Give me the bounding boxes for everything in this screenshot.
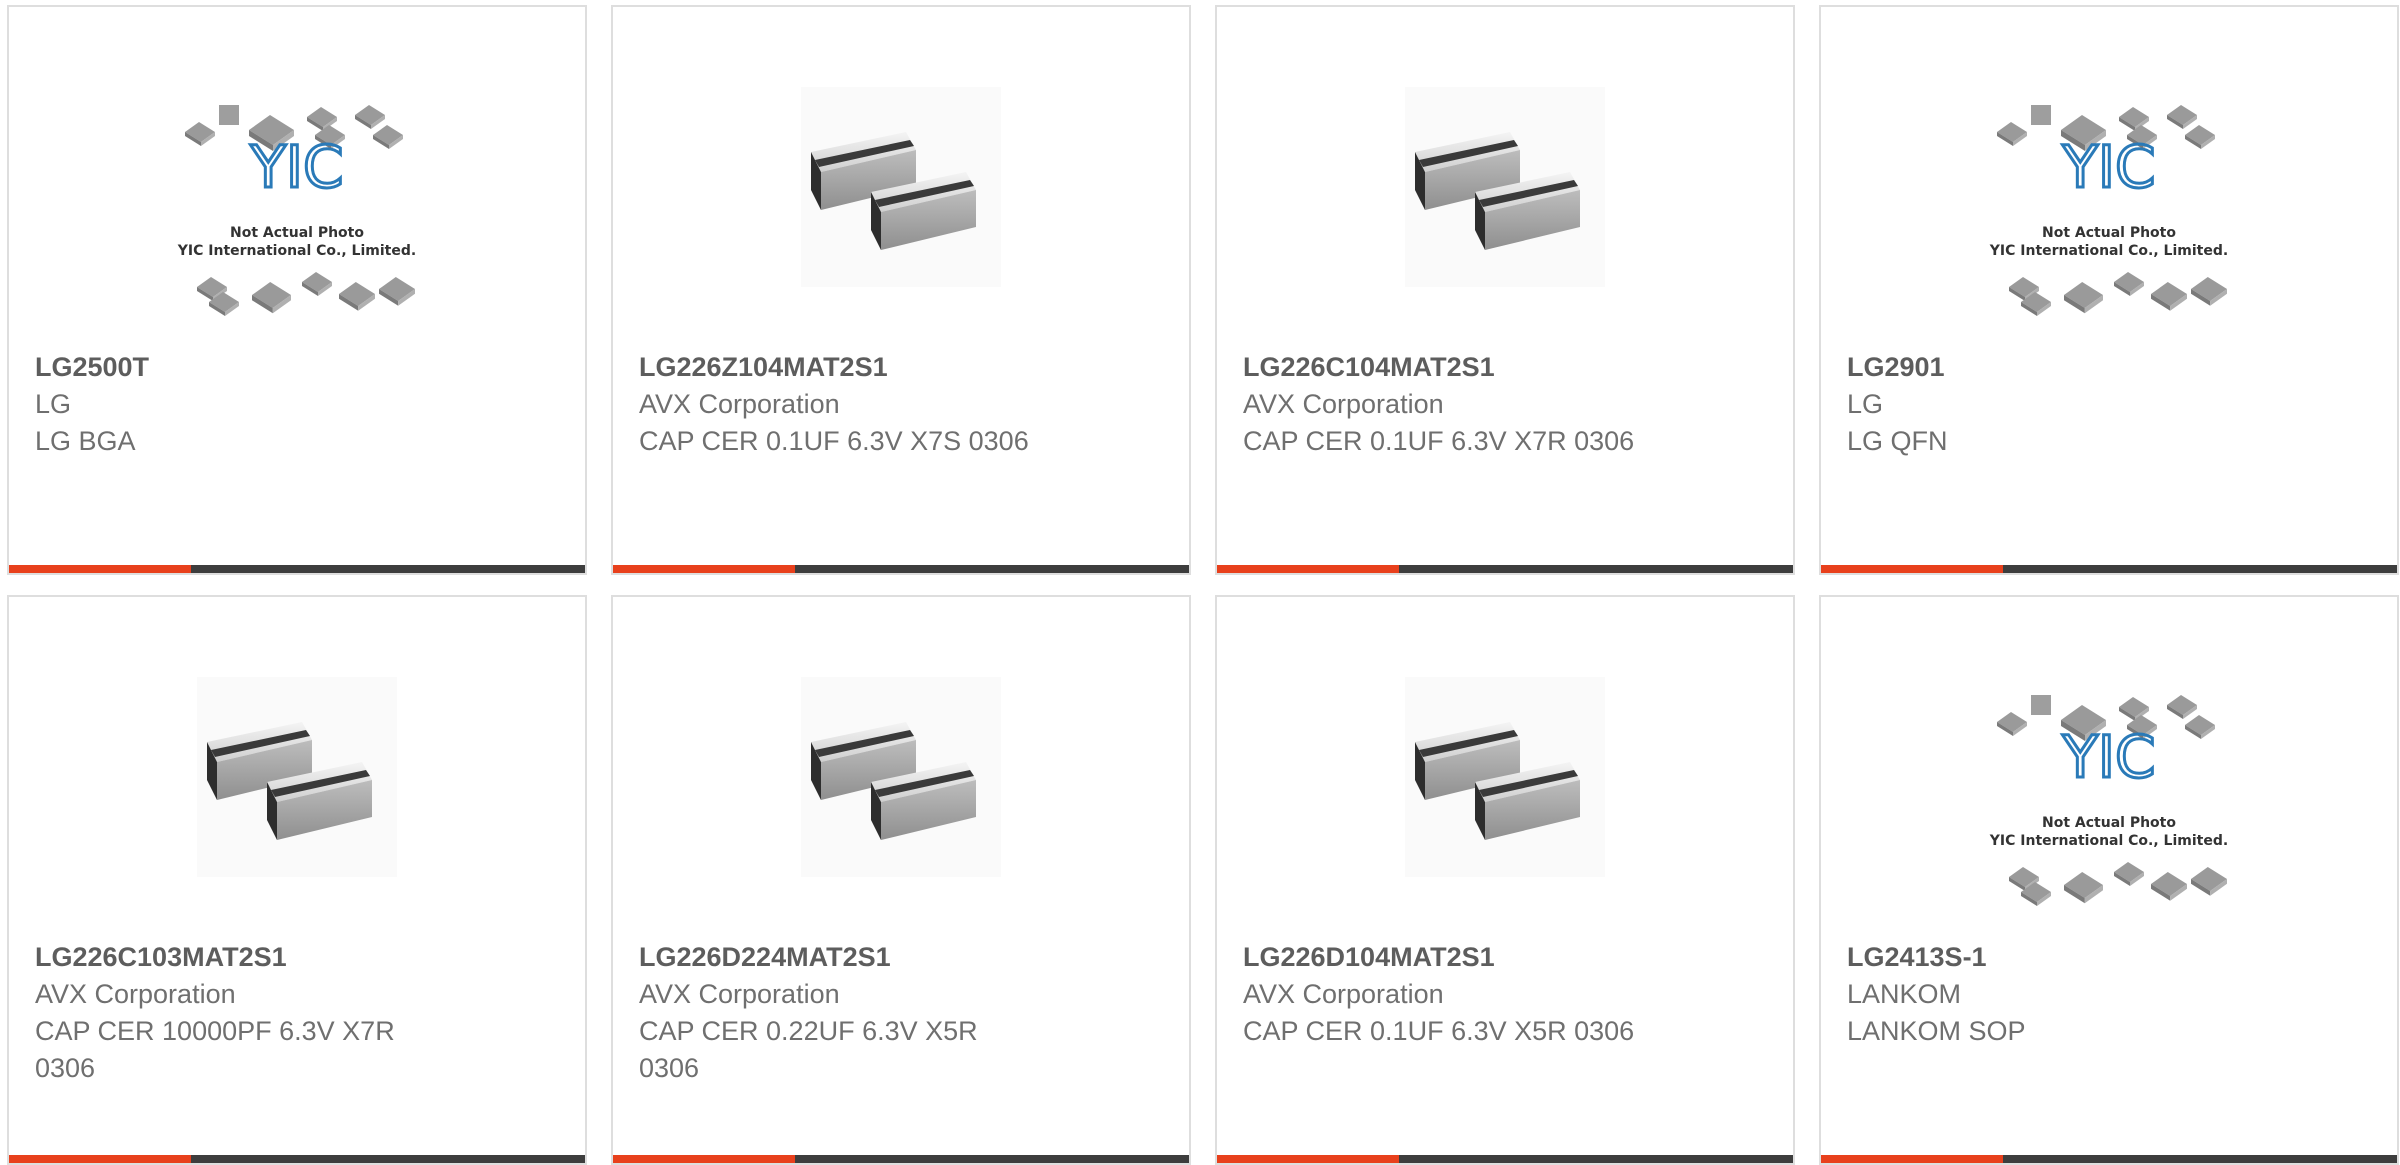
- description: CAP CER 0.1UF 6.3V X7R 0306: [1243, 426, 1635, 456]
- capacitor-image: [1365, 67, 1645, 347]
- part-number[interactable]: LG226D104MAT2S1: [1243, 939, 1767, 976]
- part-number[interactable]: LG2901: [1847, 349, 2371, 386]
- card-bottom-bar: [1217, 1155, 1793, 1163]
- card-bottom-bar: [1821, 1155, 2397, 1163]
- manufacturer: AVX Corporation: [1243, 389, 1444, 419]
- svg-text:YIC: YIC: [249, 133, 343, 201]
- capacitor-image: [157, 657, 437, 937]
- part-number[interactable]: LG226D224MAT2S1: [639, 939, 1163, 976]
- capacitor-image: [761, 67, 1041, 347]
- manufacturer: LG: [35, 389, 72, 419]
- card-bottom-bar: [9, 1155, 585, 1163]
- description: CAP CER 10000PF 6.3V X7R 0306: [35, 1016, 395, 1083]
- manufacturer: AVX Corporation: [1243, 979, 1444, 1009]
- description: LG QFN: [1847, 426, 1948, 456]
- manufacturer: AVX Corporation: [35, 979, 236, 1009]
- card-bottom-bar: [613, 1155, 1189, 1163]
- part-number[interactable]: LG226Z104MAT2S1: [639, 349, 1163, 386]
- description: LG BGA: [35, 426, 136, 456]
- product-grid: YIC Not Actual Photo YIC International C…: [0, 0, 2400, 1165]
- svg-text:YIC International Co., Limited: YIC International Co., Limited.: [1989, 243, 2228, 259]
- description: CAP CER 0.1UF 6.3V X7S 0306: [639, 426, 1029, 456]
- svg-text:Not Actual Photo: Not Actual Photo: [2042, 225, 2176, 241]
- capacitor-image: [761, 657, 1041, 937]
- part-number[interactable]: LG226C104MAT2S1: [1243, 349, 1767, 386]
- capacitor-image: [1365, 657, 1645, 937]
- manufacturer: LANKOM: [1847, 979, 1962, 1009]
- product-image-placeholder: YIC Not Actual Photo YIC International C…: [1969, 657, 2249, 937]
- manufacturer: LG: [1847, 389, 1884, 419]
- product-card[interactable]: LG226C103MAT2S1 AVX Corporation CAP CER …: [7, 595, 587, 1165]
- svg-text:YIC: YIC: [2061, 723, 2155, 791]
- description: CAP CER 0.22UF 6.3V X5R 0306: [639, 1016, 978, 1083]
- part-number[interactable]: LG2500T: [35, 349, 559, 386]
- description: CAP CER 0.1UF 6.3V X5R 0306: [1243, 1016, 1635, 1046]
- manufacturer: AVX Corporation: [639, 979, 840, 1009]
- svg-text:YIC: YIC: [2061, 133, 2155, 201]
- product-card[interactable]: YIC Not Actual Photo YIC International C…: [7, 5, 587, 575]
- card-bottom-bar: [1821, 565, 2397, 573]
- part-number[interactable]: LG226C103MAT2S1: [35, 939, 559, 976]
- svg-text:YIC International Co., Limited: YIC International Co., Limited.: [1989, 833, 2228, 849]
- svg-text:Not Actual Photo: Not Actual Photo: [230, 225, 364, 241]
- product-card[interactable]: LG226D104MAT2S1 AVX Corporation CAP CER …: [1215, 595, 1795, 1165]
- description: LANKOM SOP: [1847, 1016, 2026, 1046]
- card-bottom-bar: [9, 565, 585, 573]
- manufacturer: AVX Corporation: [639, 389, 840, 419]
- card-bottom-bar: [1217, 565, 1793, 573]
- svg-text:Not Actual Photo: Not Actual Photo: [2042, 815, 2176, 831]
- card-bottom-bar: [613, 565, 1189, 573]
- part-number[interactable]: LG2413S-1: [1847, 939, 2371, 976]
- product-card[interactable]: LG226Z104MAT2S1 AVX Corporation CAP CER …: [611, 5, 1191, 575]
- product-image-placeholder: YIC Not Actual Photo YIC International C…: [1969, 67, 2249, 347]
- product-card[interactable]: LG226C104MAT2S1 AVX Corporation CAP CER …: [1215, 5, 1795, 575]
- product-image-placeholder: YIC Not Actual Photo YIC International C…: [157, 67, 437, 347]
- product-card[interactable]: YIC Not Actual Photo YIC International C…: [1819, 595, 2399, 1165]
- svg-text:YIC International Co., Limited: YIC International Co., Limited.: [177, 243, 416, 259]
- product-card[interactable]: LG226D224MAT2S1 AVX Corporation CAP CER …: [611, 595, 1191, 1165]
- product-card[interactable]: YIC Not Actual Photo YIC International C…: [1819, 5, 2399, 575]
